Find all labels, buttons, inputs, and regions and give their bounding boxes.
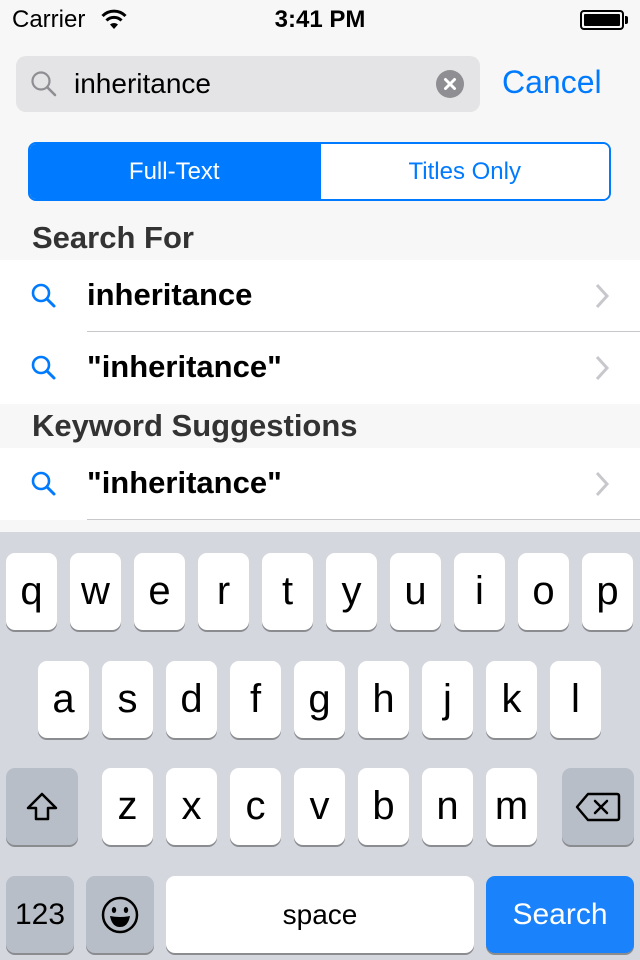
status-bar: Carrier 3:41 PM (0, 0, 640, 40)
key-d[interactable]: d (166, 661, 217, 738)
scope-segmented-control: Full-Text Titles Only (28, 142, 611, 201)
key-r[interactable]: r (198, 553, 249, 630)
chevron-right-icon (595, 471, 610, 497)
list-item[interactable]: "inheritance" (0, 448, 640, 520)
list-item-label: "inheritance" (87, 349, 282, 384)
key-a[interactable]: a (38, 661, 89, 738)
key-o[interactable]: o (518, 553, 569, 630)
emoji-key[interactable] (86, 876, 154, 953)
key-y[interactable]: y (326, 553, 377, 630)
clear-search-button[interactable] (436, 70, 464, 98)
keyboard: q w e r t y u i o p a s d f g h j k l z … (0, 532, 640, 960)
space-key[interactable]: space (166, 876, 474, 953)
key-l[interactable]: l (550, 661, 601, 738)
backspace-icon (575, 792, 621, 821)
key-n[interactable]: n (422, 768, 473, 845)
clear-circle-x-icon (444, 78, 456, 90)
segment-full-text[interactable]: Full-Text (30, 144, 319, 199)
list-item-label: "inheritance" (87, 465, 282, 500)
chevron-right-icon (595, 355, 610, 381)
magnifying-glass-icon (31, 283, 56, 308)
section-title: Keyword Suggestions (32, 408, 358, 443)
key-q[interactable]: q (6, 553, 57, 630)
key-f[interactable]: f (230, 661, 281, 738)
key-h[interactable]: h (358, 661, 409, 738)
search-return-key[interactable]: Search (486, 876, 634, 953)
cancel-button[interactable]: Cancel (502, 64, 602, 101)
emoji-smiley-icon (101, 896, 139, 933)
section-title: Search For (32, 220, 194, 255)
row-separator (87, 519, 640, 520)
key-t[interactable]: t (262, 553, 313, 630)
section-header-keyword-suggestions: Keyword Suggestions (0, 404, 640, 448)
chevron-right-icon (595, 283, 610, 309)
key-i[interactable]: i (454, 553, 505, 630)
segment-titles-only[interactable]: Titles Only (318, 144, 609, 199)
battery-full-icon (580, 10, 628, 30)
list-item[interactable]: inheritance (0, 260, 640, 332)
key-k[interactable]: k (486, 661, 537, 738)
key-g[interactable]: g (294, 661, 345, 738)
key-z[interactable]: z (102, 768, 153, 845)
delete-key[interactable] (562, 768, 634, 845)
key-v[interactable]: v (294, 768, 345, 845)
key-b[interactable]: b (358, 768, 409, 845)
magnifying-glass-icon (31, 471, 56, 496)
key-s[interactable]: s (102, 661, 153, 738)
key-e[interactable]: e (134, 553, 185, 630)
key-c[interactable]: c (230, 768, 281, 845)
list-item[interactable]: "inheritance" (0, 332, 640, 404)
screen: Carrier 3:41 PM inheritance Cancel Full-… (0, 0, 640, 960)
key-m[interactable]: m (486, 768, 537, 845)
magnifying-glass-icon (31, 355, 56, 380)
key-j[interactable]: j (422, 661, 473, 738)
search-input[interactable]: inheritance (74, 68, 211, 100)
shift-arrow-icon (26, 792, 58, 820)
list-item-label: inheritance (87, 277, 253, 312)
numbers-key[interactable]: 123 (6, 876, 74, 953)
shift-key[interactable] (6, 768, 78, 845)
key-w[interactable]: w (70, 553, 121, 630)
key-p[interactable]: p (582, 553, 633, 630)
search-field[interactable]: inheritance (16, 56, 480, 112)
section-header-search-for: Search For (0, 216, 640, 260)
key-x[interactable]: x (166, 768, 217, 845)
magnifying-glass-icon (31, 71, 57, 97)
key-u[interactable]: u (390, 553, 441, 630)
status-time: 3:41 PM (274, 6, 366, 33)
